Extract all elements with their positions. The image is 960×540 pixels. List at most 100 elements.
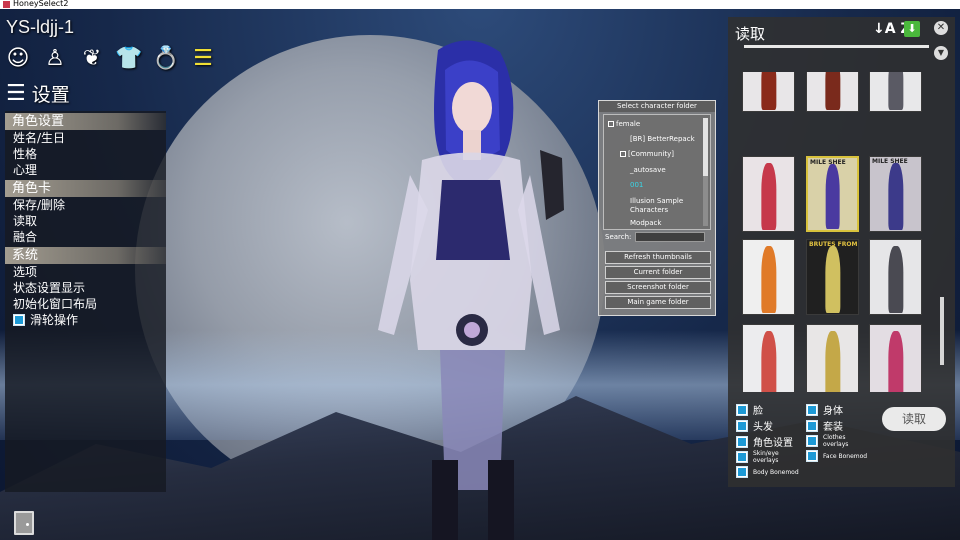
clothes-icon[interactable]: 👕: [115, 44, 143, 72]
settings-list-icon[interactable]: ☰: [189, 44, 217, 72]
character-card-thumbnail[interactable]: BRUTES FROM THE: [806, 239, 859, 315]
menu-reset-window-layout[interactable]: 初始化窗口布局: [5, 296, 166, 312]
tree-node-illusion-samples[interactable]: Illusion Sample Characters: [630, 197, 700, 215]
tree-node-001[interactable]: 001: [630, 181, 643, 190]
load-button[interactable]: 读取: [882, 407, 946, 431]
folder-select-dialog: Select character folder female [BR] Bett…: [598, 100, 716, 316]
checkbox[interactable]: [806, 419, 818, 432]
menu-psychology[interactable]: 心理: [5, 162, 166, 178]
character-card-thumbnail[interactable]: [742, 239, 795, 315]
card-character-figure: [887, 245, 904, 313]
card-cover-text: BRUTES FROM THE: [809, 241, 858, 248]
expand-icon[interactable]: [608, 121, 614, 127]
window-title-bar: HoneySelect2: [0, 0, 960, 9]
menu-personality[interactable]: 性格: [5, 146, 166, 162]
chevron-down-icon[interactable]: ▼: [934, 46, 948, 60]
card-character-figure: [824, 72, 841, 110]
filter-body[interactable]: 身体: [806, 402, 843, 417]
load-filter-options: 脸 身体 头发 套装 角色设置 Clothes overlays Skin/ey…: [736, 402, 896, 482]
tree-node-betterrepack[interactable]: [BR] BetterRepack: [630, 135, 695, 144]
card-character-figure: [760, 245, 777, 313]
current-folder-button[interactable]: Current folder: [605, 266, 711, 279]
settings-title: 设置: [31, 84, 70, 106]
card-character-figure: [760, 72, 777, 110]
character-card-thumbnail[interactable]: MILE SHEE: [869, 156, 922, 232]
menu-load[interactable]: 读取: [5, 213, 166, 229]
filter-character-settings[interactable]: 角色设置: [736, 434, 793, 449]
close-icon[interactable]: ✕: [934, 21, 948, 35]
character-card-thumbnail[interactable]: [869, 239, 922, 315]
section-character-settings: 角色设置: [5, 113, 166, 130]
app-icon: [3, 1, 10, 8]
character-card-thumbnail[interactable]: MILE SHEE: [806, 156, 859, 232]
card-character-figure: [824, 330, 841, 392]
screenshot-folder-button[interactable]: Screenshot folder: [605, 281, 711, 294]
filter-face[interactable]: 脸: [736, 402, 763, 417]
menu-fusion[interactable]: 融合: [5, 229, 166, 245]
section-character-card: 角色卡: [5, 180, 166, 197]
expand-icon[interactable]: [620, 151, 626, 157]
character-card-thumbnail[interactable]: [742, 324, 795, 392]
checkbox[interactable]: [736, 451, 748, 463]
accessory-icon[interactable]: 💍: [152, 44, 180, 72]
card-character-figure: [887, 330, 904, 392]
filter-outfit[interactable]: 套装: [806, 418, 843, 433]
checkbox[interactable]: [736, 466, 748, 478]
character-model[interactable]: [350, 30, 580, 540]
load-card-panel: 读取 ↓A Z ⬇ ✕ ▼ MILE SHEE MILE SHEE BRUTES F…: [728, 17, 955, 487]
checkbox[interactable]: [736, 403, 748, 416]
face-icon[interactable]: ☺: [4, 44, 32, 72]
card-character-figure: [760, 330, 777, 392]
menu-status-display[interactable]: 状态设置显示: [5, 280, 166, 296]
character-card-thumbnail[interactable]: [742, 156, 795, 232]
tree-node-community[interactable]: [Community]: [620, 150, 674, 159]
filter-skin-eye-overlays[interactable]: Skin/eye overlays: [736, 450, 787, 464]
card-character-figure: [825, 163, 840, 229]
card-cover-text: MILE SHEE: [872, 158, 908, 165]
refresh-thumbnails-button[interactable]: Refresh thumbnails: [605, 251, 711, 264]
thumbnail-size-slider[interactable]: [744, 45, 929, 48]
scroll-thumb[interactable]: [703, 118, 708, 176]
folder-search-row: Search:: [605, 232, 706, 242]
tree-node-female[interactable]: female: [608, 120, 640, 129]
checkbox[interactable]: [806, 403, 818, 416]
search-label: Search:: [605, 233, 632, 241]
character-card-thumbnail[interactable]: [806, 72, 859, 112]
folder-tree-scrollbar[interactable]: [703, 118, 708, 226]
character-card-thumbnail[interactable]: [869, 72, 922, 112]
menu-save-delete[interactable]: 保存/删除: [5, 197, 166, 213]
card-character-figure: [887, 162, 904, 230]
main-game-folder-button[interactable]: Main game folder: [605, 296, 711, 309]
category-icon-bar: ☺ ♙ ❦ 👕 💍 ☰: [4, 44, 217, 72]
wheel-operation-checkbox[interactable]: [13, 314, 25, 326]
section-system: 系统: [5, 247, 166, 264]
checkbox[interactable]: [806, 435, 818, 447]
folder-dialog-title: Select character folder: [599, 101, 715, 112]
card-character-figure: [887, 72, 904, 110]
window-title: HoneySelect2: [13, 0, 69, 8]
filter-clothes-overlays[interactable]: Clothes overlays: [806, 434, 857, 448]
filter-body-bonemod[interactable]: Body Bonemod: [736, 466, 799, 478]
checkbox[interactable]: [736, 435, 748, 448]
menu-name-birthday[interactable]: 姓名/生日: [5, 130, 166, 146]
tree-node-modpack[interactable]: Modpack: [630, 219, 661, 228]
folder-save-icon[interactable]: ⬇: [904, 21, 920, 37]
character-card-thumbnail[interactable]: [869, 324, 922, 392]
filter-face-bonemod[interactable]: Face Bonemod: [806, 450, 867, 462]
card-grid-scrollbar[interactable]: [940, 297, 944, 365]
folder-search-input[interactable]: [635, 232, 706, 242]
tree-node-autosave[interactable]: _autosave: [630, 166, 666, 175]
character-name: YS-ldjj-1: [6, 17, 75, 37]
menu-options[interactable]: 选项: [5, 264, 166, 280]
exit-door-icon[interactable]: [14, 511, 34, 535]
card-character-figure: [824, 245, 841, 313]
wheel-operation-toggle[interactable]: 滑轮操作: [5, 312, 166, 328]
character-card-thumbnail[interactable]: [806, 324, 859, 392]
card-cover-text: MILE SHEE: [810, 159, 846, 166]
body-icon[interactable]: ♙: [41, 44, 69, 72]
character-card-thumbnail[interactable]: [742, 72, 795, 112]
filter-hair[interactable]: 头发: [736, 418, 773, 433]
checkbox[interactable]: [806, 450, 818, 462]
hair-icon[interactable]: ❦: [78, 44, 106, 72]
checkbox[interactable]: [736, 419, 748, 432]
